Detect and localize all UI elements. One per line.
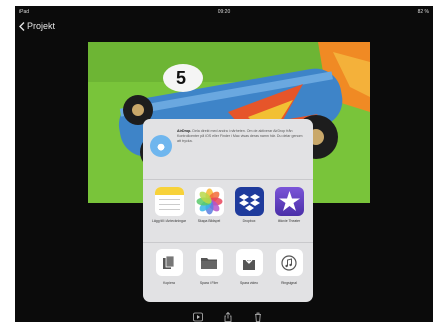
- share-action-label: Ringsignal: [281, 281, 297, 285]
- share-sheet: AirDrop. Dela direkt med andra i närhete…: [143, 119, 313, 302]
- chevron-left-icon: [19, 21, 25, 31]
- share-app-label: Dropbox: [242, 219, 256, 223]
- airdrop-description: AirDrop. Dela direkt med andra i närhete…: [177, 129, 305, 144]
- share-action-label: Kopiera: [163, 281, 175, 285]
- notes-icon: [154, 187, 184, 216]
- airdrop-title: AirDrop.: [177, 129, 192, 133]
- ipad-screen: iPad 09:20 82 % Projekt 5 AirDrop. Dela …: [15, 6, 433, 322]
- nav-bar: Projekt: [15, 18, 433, 36]
- airdrop-section[interactable]: AirDrop. Dela direkt med andra i närhete…: [143, 119, 313, 180]
- share-app-label: iMovie Theater: [277, 219, 301, 223]
- share-action-copy[interactable]: Kopiera: [149, 249, 189, 299]
- share-apps-row: Lägg till i Anteckningar Skapa Bildspel …: [143, 187, 313, 243]
- share-button[interactable]: [223, 309, 233, 322]
- play-icon: [193, 312, 203, 322]
- back-button[interactable]: Projekt: [19, 21, 55, 31]
- share-action-ringtone[interactable]: Ringsignal: [269, 249, 309, 299]
- share-app-notes[interactable]: Lägg till i Anteckningar: [149, 187, 189, 242]
- airdrop-icon: [150, 135, 172, 157]
- folder-icon: [195, 249, 223, 276]
- dropbox-icon: [234, 187, 264, 216]
- copy-icon: [155, 249, 183, 276]
- share-icon: [224, 311, 232, 322]
- share-action-files[interactable]: Spara i Filer: [189, 249, 229, 299]
- battery-label: 82 %: [417, 9, 429, 15]
- airdrop-body: Dela direkt med andra i närheten. Om de …: [177, 129, 303, 143]
- play-button[interactable]: [193, 309, 203, 322]
- photos-icon: [194, 187, 224, 216]
- share-app-imovie[interactable]: iMovie Theater: [269, 187, 309, 242]
- save-video-icon: [235, 249, 263, 276]
- status-bar: iPad 09:20 82 %: [15, 6, 433, 18]
- imovie-icon: [274, 187, 304, 216]
- share-actions-row: Kopiera Spara i Filer Spara video Ringsi…: [143, 249, 313, 299]
- share-action-label: Spara i Filer: [199, 281, 219, 285]
- ringtone-icon: [275, 249, 303, 276]
- delete-button[interactable]: [253, 309, 263, 322]
- trash-icon: [255, 312, 261, 322]
- share-app-label: Skapa Bildspel: [197, 219, 221, 223]
- status-time: 09:20: [217, 9, 231, 15]
- bottom-toolbar: [15, 306, 433, 322]
- share-app-photos[interactable]: Skapa Bildspel: [189, 187, 229, 242]
- share-action-save-video[interactable]: Spara video: [229, 249, 269, 299]
- back-button-label: Projekt: [27, 21, 56, 31]
- share-app-label: Lägg till i Anteckningar: [152, 219, 186, 223]
- svg-text:5: 5: [176, 68, 186, 88]
- share-action-label: Spara video: [239, 281, 259, 285]
- share-app-dropbox[interactable]: Dropbox: [229, 187, 269, 242]
